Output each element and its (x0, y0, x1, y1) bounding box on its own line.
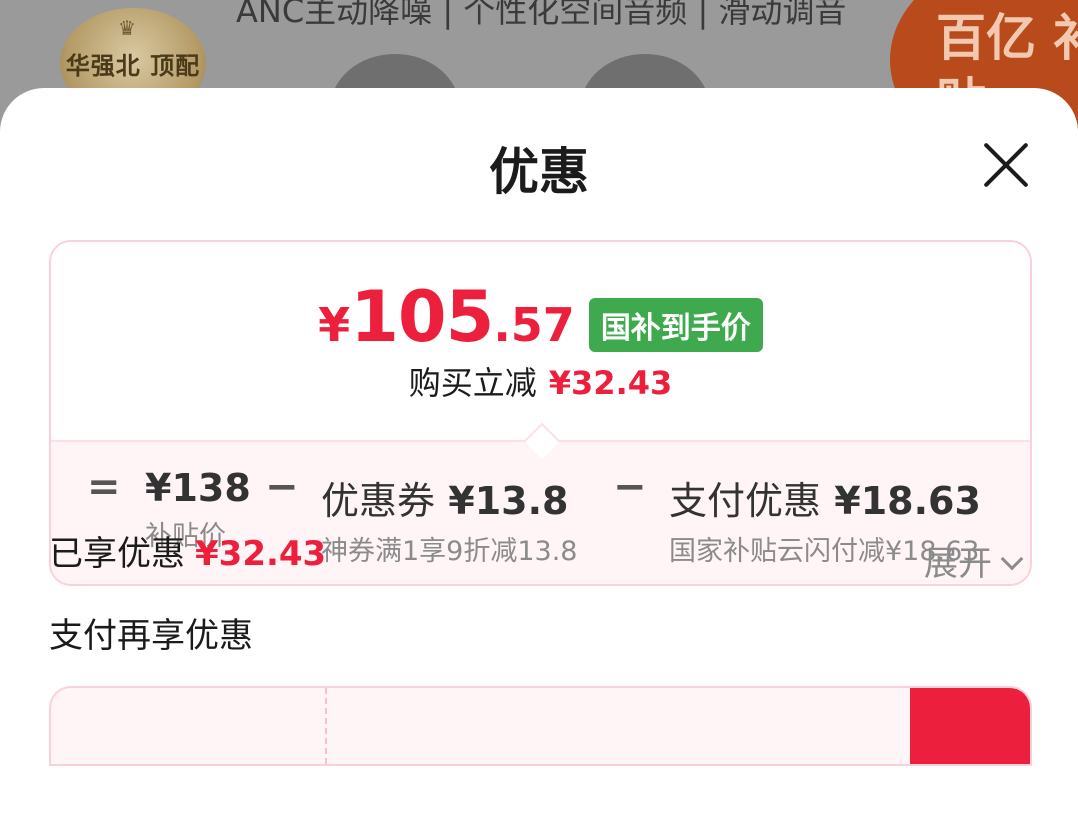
coupon-item: 优惠券 ¥13.8 神券满1享9折减13.8 (321, 470, 577, 568)
final-price-integer: 105 (350, 276, 494, 358)
payment-offer-button[interactable] (910, 688, 1030, 764)
instant-discount-amount: ¥32.43 (548, 364, 673, 402)
close-icon[interactable] (976, 136, 1034, 194)
sheet-title: 优惠 (489, 143, 589, 201)
final-price-decimal: .57 (493, 298, 575, 352)
instant-discount-label: 购买立减 (408, 364, 537, 402)
coupon-description: 神券满1享9折减13.8 (321, 536, 578, 567)
product-tagline: ANC主动降噪 | 个性化空间音频 | 滑动调音 (236, 0, 847, 30)
base-price: ¥138 (145, 466, 251, 510)
final-price-symbol: ¥ (318, 298, 351, 352)
equals-sign: = (87, 464, 121, 510)
crown-icon: ♛ (118, 16, 137, 40)
coupon-label: 优惠券 (321, 479, 436, 523)
expand-button[interactable]: 展开 (924, 536, 1024, 585)
enjoyed-discount-label: 已享优惠 (49, 534, 185, 574)
minus-sign: − (265, 464, 299, 510)
instant-discount-row: 购买立减 ¥32.43 (51, 358, 1030, 404)
pay-more-discount-title: 支付再享优惠 (49, 616, 253, 656)
price-card-summary: ¥105.57 国补到手价 购买立减 ¥32.43 (51, 242, 1030, 440)
final-price: ¥105.57 (318, 276, 575, 358)
payment-offer-divider (325, 688, 327, 764)
final-price-row: ¥105.57 国补到手价 (51, 276, 1030, 358)
expand-label: 展开 (924, 544, 992, 584)
payment-offer-card[interactable] (49, 686, 1032, 766)
final-price-tag: 国补到手价 (588, 298, 763, 352)
coupon-amount: ¥13.8 (448, 479, 569, 523)
chevron-down-icon (1000, 547, 1024, 571)
enjoyed-discount-amount: ¥32.43 (195, 534, 327, 574)
payment-discount-label: 支付优惠 (669, 479, 822, 523)
enjoyed-discount-row: 已享优惠 ¥32.43 (49, 526, 326, 575)
payment-discount-amount: ¥18.63 (834, 479, 981, 523)
minus-sign: − (613, 464, 647, 510)
